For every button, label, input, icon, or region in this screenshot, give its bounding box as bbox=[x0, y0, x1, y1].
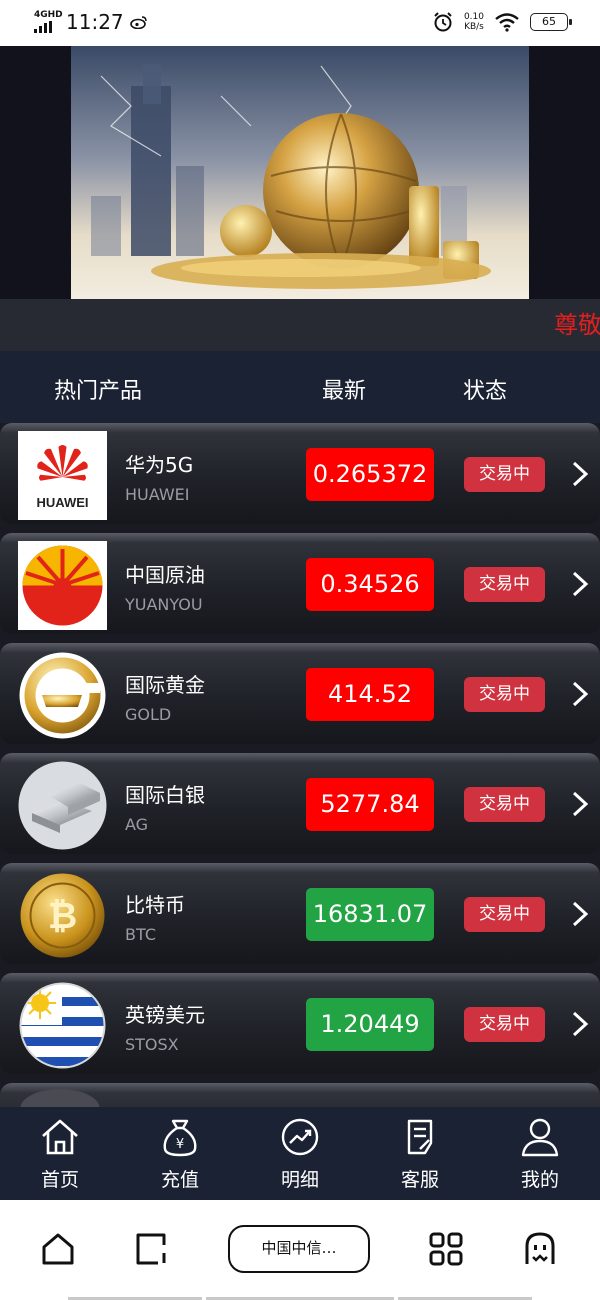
product-row-yuanyou[interactable]: 中国原油 YUANYOU 0.34526 交易中 bbox=[0, 533, 600, 634]
chevron-right-icon bbox=[572, 901, 589, 927]
svg-text:¥: ¥ bbox=[176, 1137, 184, 1152]
price-badge: 1.20449 bbox=[306, 998, 434, 1051]
signal-indicator: 4GHD bbox=[34, 10, 63, 33]
product-code: HUAWEI bbox=[125, 485, 190, 504]
svg-text:HUAWEI: HUAWEI bbox=[37, 495, 89, 510]
header-product: 热门产品 bbox=[54, 379, 143, 404]
alarm-clock-icon bbox=[434, 12, 452, 32]
product-name: 华为5G bbox=[125, 453, 194, 477]
product-name: 比特币 bbox=[125, 893, 185, 917]
product-row-huawei[interactable]: HUAWEI 华为5G HUAWEI 0.265372 交易中 bbox=[0, 423, 600, 524]
banner[interactable] bbox=[0, 46, 600, 299]
product-row-silver[interactable]: 国际白银 AG 5277.84 交易中 bbox=[0, 753, 600, 854]
table-header: 热门产品 最新 状态 bbox=[0, 351, 600, 423]
speed-unit: KB/s bbox=[464, 22, 484, 32]
product-row-gold[interactable]: 国际黄金 GOLD 414.52 交易中 bbox=[0, 643, 600, 744]
apps-grid-icon[interactable] bbox=[428, 1231, 464, 1267]
price-badge: 0.34526 bbox=[306, 558, 434, 611]
chevron-right-icon bbox=[572, 791, 589, 817]
status-badge: 交易中 bbox=[464, 457, 545, 492]
signal-bars-icon bbox=[34, 21, 62, 33]
status-badge: 交易中 bbox=[464, 677, 545, 712]
chevron-right-icon bbox=[572, 1011, 589, 1037]
chevron-right-icon bbox=[572, 461, 589, 487]
finance-banner-image bbox=[71, 46, 529, 299]
product-code: BTC bbox=[125, 925, 156, 944]
price-badge: 5277.84 bbox=[306, 778, 434, 831]
product-code: AG bbox=[125, 815, 149, 834]
status-left: 4GHD 11:27 bbox=[34, 10, 148, 34]
price-badge: 0.265372 bbox=[306, 448, 434, 501]
edit-document-icon bbox=[407, 1119, 433, 1155]
product-code: STOSX bbox=[125, 1035, 179, 1054]
gold-logo bbox=[18, 651, 107, 740]
chevron-right-icon bbox=[572, 571, 589, 597]
product-code: GOLD bbox=[125, 705, 172, 724]
product-code: YUANYOU bbox=[125, 595, 203, 614]
browser-home-icon[interactable] bbox=[40, 1231, 76, 1267]
weibo-icon bbox=[129, 16, 147, 29]
ghost-mode-icon[interactable] bbox=[522, 1231, 558, 1267]
uruguay-flag-image bbox=[18, 981, 107, 1070]
header-status: 状态 bbox=[463, 379, 508, 404]
status-badge: 交易中 bbox=[464, 897, 545, 932]
product-name: 国际白银 bbox=[125, 783, 205, 807]
partial-product-logo bbox=[20, 1089, 100, 1107]
status-badge: 交易中 bbox=[464, 567, 545, 602]
status-bar: 4GHD 11:27 0.10 KB/s 65 bbox=[0, 0, 600, 46]
nav-details[interactable]: 明细 bbox=[240, 1107, 360, 1200]
nav-mine[interactable]: 我的 bbox=[480, 1107, 600, 1200]
trend-chart-icon bbox=[281, 1118, 319, 1156]
chevron-right-icon bbox=[572, 681, 589, 707]
money-bag-icon: ¥ bbox=[163, 1119, 197, 1157]
svg-text:₿: ₿ bbox=[48, 896, 77, 937]
product-list: HUAWEI 华为5G HUAWEI 0.265372 交易中 中国原油 YUA… bbox=[0, 423, 600, 1107]
status-badge: 交易中 bbox=[464, 1007, 545, 1042]
status-badge: 交易中 bbox=[464, 787, 545, 822]
header-latest: 最新 bbox=[322, 379, 367, 404]
price-badge: 16831.07 bbox=[306, 888, 434, 941]
price-badge: 414.52 bbox=[306, 668, 434, 721]
product-row-stosx[interactable]: 英镑美元 STOSX 1.20449 交易中 bbox=[0, 973, 600, 1074]
bitcoin-coin-image: ₿ bbox=[18, 871, 107, 960]
wifi-icon bbox=[495, 13, 519, 32]
address-bar[interactable]: 中国中信… bbox=[228, 1225, 370, 1273]
nav-label: 首页 bbox=[40, 1169, 79, 1191]
nav-home[interactable]: 首页 bbox=[0, 1107, 120, 1200]
notice-marquee: 尊敬 bbox=[0, 299, 600, 351]
nav-recharge[interactable]: ¥ 充值 bbox=[120, 1107, 240, 1200]
browser-toolbar: 中国中信… bbox=[0, 1200, 600, 1300]
product-name: 中国原油 bbox=[125, 563, 205, 587]
cnpc-logo bbox=[18, 541, 107, 630]
home-icon bbox=[42, 1119, 78, 1155]
silver-bars-image bbox=[18, 761, 107, 850]
product-row-partial[interactable] bbox=[0, 1083, 600, 1107]
nav-label: 充值 bbox=[160, 1169, 199, 1191]
battery-indicator: 65 bbox=[530, 13, 572, 31]
network-type: 4GHD bbox=[34, 10, 63, 20]
huawei-logo: HUAWEI bbox=[18, 431, 107, 520]
app-bottom-nav: 首页 ¥ 充值 明细 客服 我的 bbox=[0, 1107, 600, 1200]
nav-label: 明细 bbox=[280, 1169, 319, 1191]
nav-label: 我的 bbox=[520, 1169, 559, 1191]
user-icon bbox=[521, 1118, 559, 1157]
nav-label: 客服 bbox=[400, 1169, 439, 1191]
product-name: 国际黄金 bbox=[125, 673, 205, 697]
tabs-icon[interactable] bbox=[134, 1231, 170, 1267]
product-row-btc[interactable]: ₿ 比特币 BTC 16831.07 交易中 bbox=[0, 863, 600, 964]
network-speed: 0.10 KB/s bbox=[464, 12, 484, 32]
marquee-text: 尊敬 bbox=[554, 311, 600, 339]
nav-service[interactable]: 客服 bbox=[360, 1107, 480, 1200]
status-right: 0.10 KB/s 65 bbox=[432, 11, 572, 33]
speed-value: 0.10 bbox=[463, 12, 484, 22]
product-name: 英镑美元 bbox=[125, 1003, 205, 1027]
clock-time: 11:27 bbox=[66, 10, 124, 34]
